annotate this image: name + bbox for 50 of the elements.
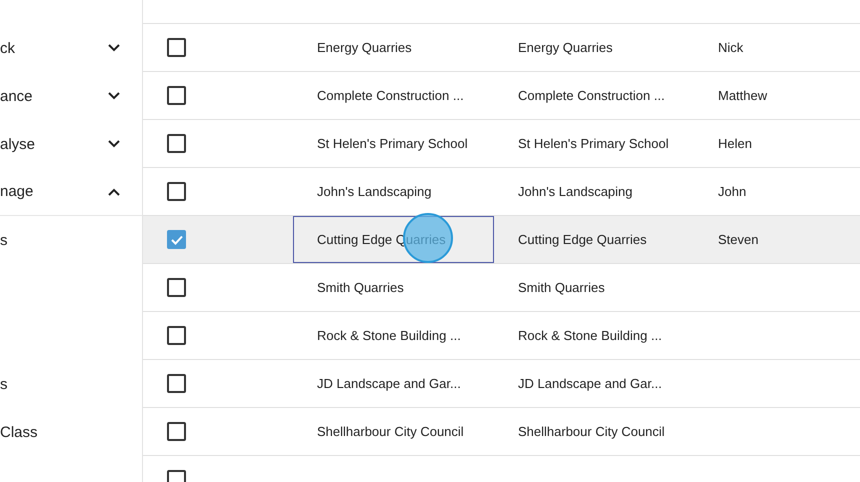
table-cell-text: Cutting Edge Quarries	[517, 231, 648, 249]
table-cell-text: Complete Construction ...	[316, 87, 465, 105]
table-row[interactable]: Energy Quarries Energy Quarries Nick	[143, 24, 860, 72]
chevron-down-icon	[108, 44, 120, 52]
nav-item[interactable]: ance	[0, 72, 142, 120]
table-cell-text: St Helen's Primary School	[517, 135, 670, 153]
table-cell-text: Nick	[717, 39, 744, 57]
table-cell-text: Steven	[717, 231, 758, 249]
nav-subitem[interactable]: s	[0, 360, 8, 408]
table-cell-text: Energy Quarries	[517, 39, 614, 57]
table-cell-text: Rock & Stone Building ...	[517, 327, 663, 345]
nav-subitem[interactable]: Class	[0, 408, 38, 456]
table-cell-text: JD Landscape and Gar...	[517, 375, 663, 393]
checkbox[interactable]	[167, 278, 186, 297]
table-cell-text: Helen	[717, 135, 752, 153]
checkbox[interactable]	[167, 38, 186, 57]
table-cell-text: Energy Quarries	[316, 39, 413, 57]
table-cell-text: Rock & Stone Building ...	[316, 327, 462, 345]
checkbox[interactable]	[167, 422, 186, 441]
check-icon	[170, 234, 182, 244]
nav-item[interactable]: nage	[0, 168, 142, 216]
chevron-down-icon	[108, 140, 120, 148]
chevron-down-icon	[108, 92, 120, 100]
table-row[interactable]: St Helen's Primary School St Helen's Primary School Helen	[143, 120, 860, 168]
checkbox[interactable]	[167, 182, 186, 201]
table-cell-text: Smith Quarries	[316, 279, 405, 297]
table-cell-text: John's Landscaping	[316, 183, 433, 201]
checkbox[interactable]	[167, 86, 186, 105]
table-row[interactable]: JD Landscape and Gar... JD Landscape and Gar...	[143, 360, 860, 408]
table-row[interactable]: Rock & Stone Building ... Rock & Stone Building ...	[143, 312, 860, 360]
nav-item[interactable]: alyse	[0, 120, 142, 168]
table-cell-text: Shellharbour City Council	[517, 423, 666, 441]
nav-item[interactable]: ck	[0, 24, 142, 72]
table-cell-text: John's Landscaping	[517, 183, 634, 201]
table-cell-text: St Helen's Primary School	[316, 135, 469, 153]
table-row[interactable]: Complete Construction ... Complete Construction ... Matthew	[143, 72, 860, 120]
table-cell-text: John	[717, 183, 746, 201]
table-cell-text: Matthew	[717, 87, 768, 105]
table-cell-text: Complete Construction ...	[517, 87, 666, 105]
checkbox[interactable]	[167, 326, 186, 345]
chevron-up-icon	[108, 188, 120, 196]
table-row[interactable]: Smith Quarries Smith Quarries	[143, 264, 860, 312]
checkbox[interactable]	[167, 374, 186, 393]
nav-subitem[interactable]: s	[0, 216, 8, 264]
table-cell-text: JD Landscape and Gar...	[316, 375, 462, 393]
table-cell-text: Smith Quarries	[517, 279, 606, 297]
checkbox[interactable]	[167, 230, 186, 249]
checkbox[interactable]	[167, 134, 186, 153]
table-cell-text: Shellharbour City Council	[316, 423, 465, 441]
table-row[interactable]: Shellharbour City Council Shellharbour City Council	[143, 408, 860, 456]
